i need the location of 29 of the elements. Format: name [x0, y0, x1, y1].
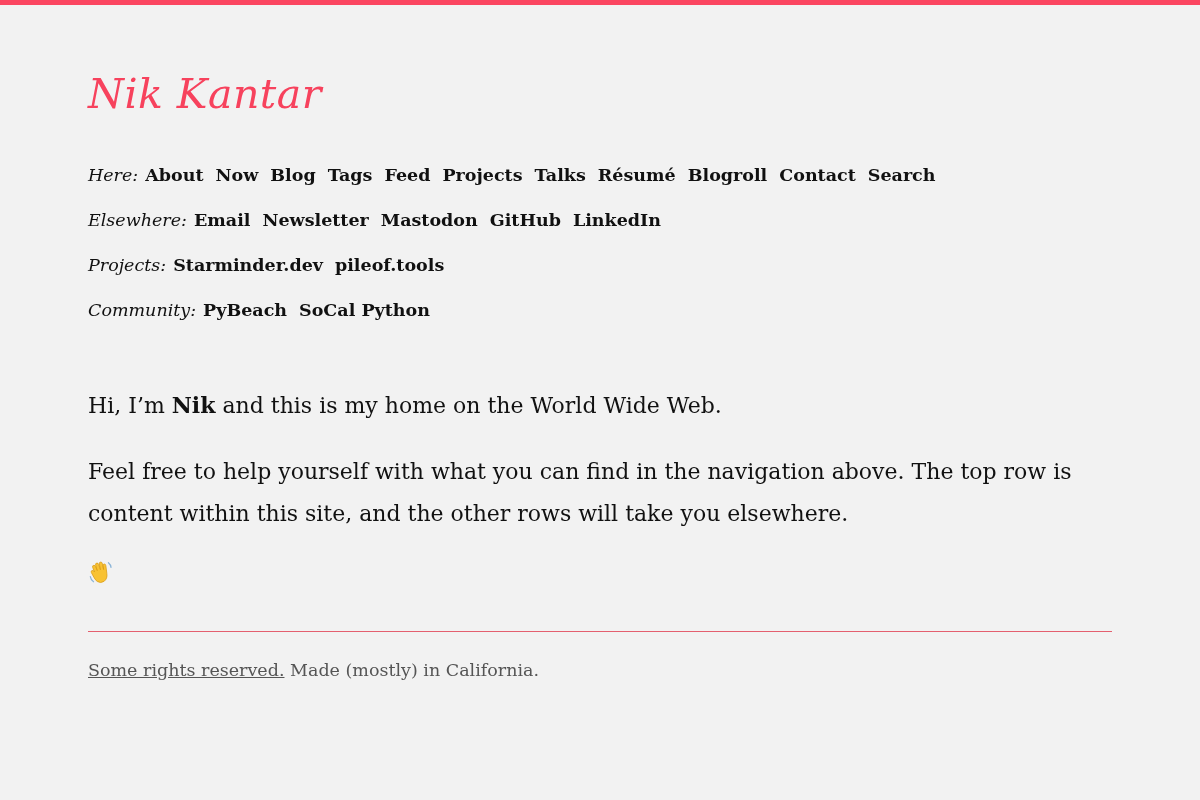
footer-text: Some rights reserved. Made (mostly) in California.	[88, 660, 541, 680]
rights-link[interactable]: Some rights reserved.	[88, 660, 285, 680]
nav-link[interactable]: Mastodon	[380, 210, 478, 230]
nav-link[interactable]: Talks	[534, 165, 586, 185]
nav-link[interactable]: Search	[867, 165, 936, 185]
nav-link[interactable]: Résumé	[597, 165, 676, 185]
nav-link[interactable]: Contact	[779, 165, 856, 185]
nav-link[interactable]: Now	[215, 165, 259, 185]
intro-paragraph: Hi, I’m Nik and this is my home on the World Wide Web.	[88, 391, 723, 420]
nav-link[interactable]: pileof.tools	[334, 255, 445, 275]
nav-label: Elsewhere:	[88, 210, 187, 230]
nav-link[interactable]: GitHub	[489, 210, 561, 230]
nav-link[interactable]: LinkedIn	[572, 210, 661, 230]
intro-paragraph: Feel free to help yourself with what you can find in the navigation above. The top row is content within this site, and the other rows will take you elsewhere.	[88, 458, 1073, 528]
nav-link[interactable]: Tags	[327, 165, 373, 185]
waving-hand-icon	[88, 559, 114, 585]
nav-link[interactable]: SoCal Python	[299, 300, 430, 320]
nav-label: Projects:	[88, 255, 167, 275]
nav-label: Here:	[88, 165, 139, 185]
nav-label: Community:	[88, 300, 197, 320]
nav-link[interactable]: Projects	[442, 165, 523, 185]
nav-link[interactable]: Email	[193, 210, 251, 230]
nav-link[interactable]: Newsletter	[262, 210, 369, 230]
nav-link[interactable]: Feed	[384, 165, 431, 185]
nav-link[interactable]: Starminder.dev	[173, 255, 323, 275]
nav-link[interactable]: About	[145, 165, 204, 185]
nav-link[interactable]: PyBeach	[203, 300, 288, 320]
nav-link[interactable]: Blogroll	[687, 165, 768, 185]
nav-link[interactable]: Blog	[270, 165, 316, 185]
